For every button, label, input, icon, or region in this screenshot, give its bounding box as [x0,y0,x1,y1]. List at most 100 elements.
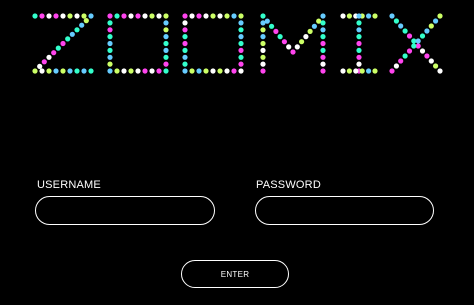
logo-dot [79,22,85,28]
logo-dot [238,40,244,47]
logo-dot [238,27,244,33]
logo-dot [69,31,75,37]
username-input[interactable] [35,196,215,225]
logo-dot [163,34,169,40]
logo-dot [142,13,148,19]
logo-dot [260,54,266,60]
logo-dot [163,54,169,60]
logo-dot [182,61,188,67]
logo-dot [238,54,244,60]
logo-dot [356,13,362,19]
logo-dot [107,61,113,67]
logo-dot [149,13,155,19]
logo-dot [320,54,326,60]
logo-dot [389,68,395,74]
logo-dot [437,13,443,19]
logo-dot [88,13,94,19]
logo-dot [320,20,326,26]
logo-dot [182,20,188,26]
logo-dot [238,34,244,40]
logo-dot [389,13,395,19]
logo-dot [135,13,141,19]
logo-dot [406,48,413,54]
logo-dot [53,68,59,74]
logo-dot [260,47,266,54]
logo-dot [196,68,202,74]
logo-dot [311,23,317,29]
logo-dot [81,13,87,19]
logo-dot [217,68,223,74]
logo-dot [356,61,362,67]
logo-dot [320,13,326,19]
logo-dot [210,13,216,19]
logo-dot [135,68,141,74]
username-label: USERNAME [37,179,101,191]
logo-dot [32,68,38,74]
logo-dot [406,33,413,39]
logo-dot [163,27,169,33]
logo-dot [114,13,120,19]
logo-dot [260,61,266,67]
logo-dot [142,68,148,74]
logo-dot [182,40,188,47]
logo-dot [55,45,61,51]
logo-dot [163,61,169,67]
logo-dot [51,50,57,56]
logo-dot [107,68,113,74]
logo-dot [307,28,313,34]
logo-dot [356,54,362,60]
logo-dot [39,13,45,19]
logo-dot [67,68,73,74]
logo-dot [217,13,223,19]
logo-dot [356,27,362,33]
logo-dot [107,20,113,26]
logo-dot [320,40,326,47]
logo-dot [428,58,434,64]
enter-button[interactable]: ENTER [181,260,289,288]
logo-dot [320,68,326,74]
logo-dot [372,13,378,19]
logo-dot [269,23,275,29]
logo-dot [128,13,134,19]
logo-dot [224,13,230,19]
logo-dot [203,68,209,74]
logo-dot [411,43,417,49]
logo-dot [196,13,202,19]
logo-dot [320,61,326,67]
logo-dot [419,48,426,54]
logo-dot [356,34,362,40]
logo-dot [163,68,169,74]
logo-dot [320,27,326,33]
logo-dot [433,18,439,24]
logo-dot [107,47,113,54]
password-input[interactable] [255,196,434,225]
logo-dot [260,34,266,40]
logo-dot [433,63,439,69]
logo-dot [340,68,346,74]
logo-dot [231,68,237,74]
logo-dot [203,13,209,19]
logo-dot [182,68,188,74]
logo-dot [402,28,408,34]
logo-dot [281,39,287,45]
logo-dot [128,68,134,74]
logo-dot [182,13,188,19]
logo-dot [359,68,365,74]
logo-dot [320,34,326,40]
logo-dot [366,13,372,19]
logo-dot [273,28,279,34]
logo-dot [189,13,195,19]
logo-dot [182,34,188,40]
logo-dot [107,34,113,40]
logo-dot [260,40,266,47]
logo-dot [163,13,169,19]
logo-dot [107,54,113,60]
logo-dot [238,61,244,67]
logo-dot [46,54,52,60]
logo-dot [303,34,309,40]
logo-dot [393,63,399,69]
logo-dot [346,68,352,74]
logo-dot [121,68,127,74]
logo-dot [277,34,283,40]
logo-dot [210,68,216,74]
